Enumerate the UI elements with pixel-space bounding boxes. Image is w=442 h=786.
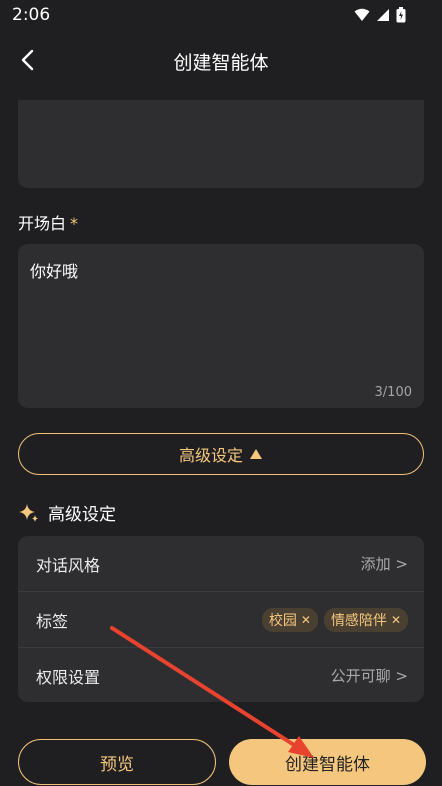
sparkle-icon	[19, 503, 38, 522]
tags-row[interactable]: 标签 校园 ✕ 情感陪伴 ✕	[18, 592, 424, 647]
opening-textarea[interactable]: 你好哦 3/100	[18, 244, 424, 408]
tag-text: 情感陪伴	[330, 612, 387, 629]
preview-button[interactable]: 预览	[18, 739, 216, 785]
char-counter: 3/100	[374, 385, 412, 400]
tag-chip[interactable]: 情感陪伴 ✕	[323, 607, 408, 632]
page-title: 创建智能体	[173, 52, 269, 74]
create-agent-button[interactable]: 创建智能体	[229, 739, 426, 785]
status-bar: 2:06	[0, 0, 442, 30]
opening-text-value: 你好哦	[30, 262, 79, 281]
battery-icon	[396, 7, 406, 23]
tag-chip[interactable]: 校园 ✕	[261, 607, 318, 632]
tags-label: 标签	[36, 611, 69, 631]
wifi-icon	[354, 8, 370, 21]
triangle-up-icon	[250, 449, 262, 459]
navigation-bar: 创建智能体	[0, 36, 442, 84]
advanced-section-header: 高级设定	[18, 500, 116, 525]
opening-label-text: 开场白	[18, 214, 67, 233]
tag-list: 校园 ✕ 情感陪伴 ✕	[261, 607, 408, 632]
tag-text: 校园	[268, 612, 297, 629]
previous-field-panel[interactable]	[18, 100, 424, 188]
advanced-toggle-label: 高级设定	[178, 446, 243, 465]
status-icons	[354, 7, 406, 23]
advanced-settings-toggle-button[interactable]: 高级设定	[18, 433, 424, 475]
required-mark: *	[70, 214, 79, 233]
permission-label: 权限设置	[36, 667, 101, 687]
opening-label: 开场白 *	[18, 210, 78, 234]
dialogue-style-row[interactable]: 对话风格 添加 >	[18, 536, 424, 591]
dialogue-style-value: 添加 >	[360, 555, 408, 573]
close-icon[interactable]: ✕	[391, 613, 401, 627]
close-icon[interactable]: ✕	[301, 613, 311, 627]
advanced-settings-list: 对话风格 添加 > 标签 校园 ✕ 情感陪伴 ✕ 权限设置 公开可聊 >	[18, 536, 424, 702]
permission-value: 公开可聊 >	[330, 667, 408, 685]
permission-row[interactable]: 权限设置 公开可聊 >	[18, 648, 424, 703]
dialogue-style-label: 对话风格	[36, 555, 101, 575]
status-time: 2:06	[12, 5, 51, 25]
advanced-section-title: 高级设定	[48, 505, 116, 525]
signal-icon	[377, 9, 389, 21]
